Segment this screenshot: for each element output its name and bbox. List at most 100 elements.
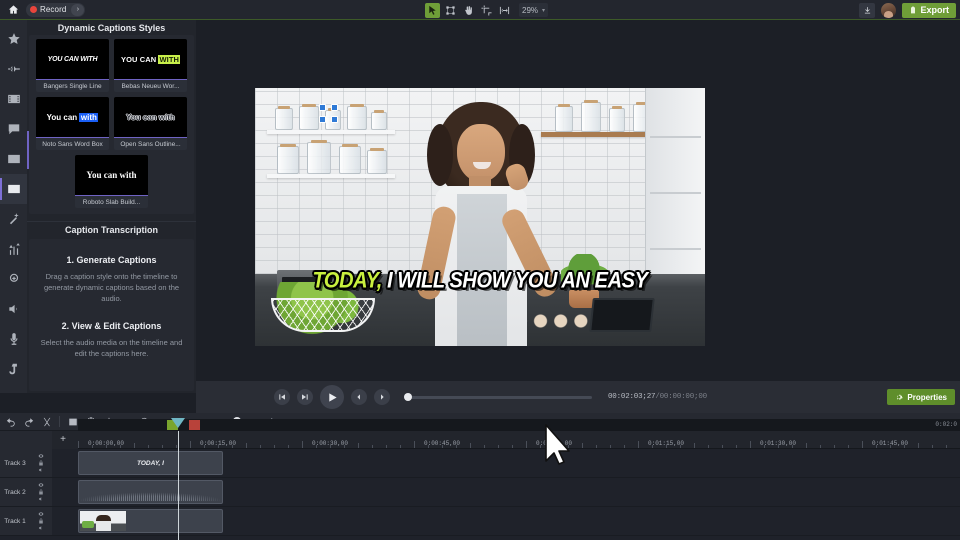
preview-area: TODAY, I WILL SHOW YOU AN EASY xyxy=(196,20,960,393)
playhead-line xyxy=(178,431,179,540)
sidebar-item-transitions[interactable] xyxy=(0,54,27,84)
sidebar-item-voice[interactable] xyxy=(0,324,27,354)
timeline-end-label: 0:02:0 xyxy=(935,421,957,428)
caption-overlay: TODAY, I WILL SHOW YOU AN EASY xyxy=(255,269,705,295)
export-button[interactable]: Export xyxy=(902,2,956,18)
caption-style-card[interactable]: YOU CAN WITH Bebas Neueu Wor... xyxy=(114,39,187,93)
caption-style-name: Open Sans Outline... xyxy=(114,138,187,151)
track-lane[interactable] xyxy=(52,478,960,506)
canvas-handle-top-right[interactable] xyxy=(331,104,338,111)
canvas-handle-bottom-left[interactable] xyxy=(319,116,326,123)
track-lane[interactable] xyxy=(52,507,960,535)
track-controls xyxy=(30,478,52,506)
left-sidebar-rail xyxy=(0,20,27,393)
caption-style-preview-text: YOU CAN xyxy=(120,54,159,64)
caption-style-card[interactable]: YOU CAN WITH Bangers Single Line xyxy=(36,39,109,93)
step-back-button[interactable] xyxy=(274,389,290,405)
cut-button[interactable] xyxy=(40,415,53,428)
marker-strip[interactable]: 0:02:0 xyxy=(78,419,960,431)
sidebar-item-favorites[interactable] xyxy=(0,24,27,54)
sidebar-item-effects[interactable] xyxy=(0,204,27,234)
timeline-ruler[interactable]: 0:02:0 0:00:00,00 0:00:15,00 0:00:30,00 … xyxy=(78,418,960,449)
caption-style-name: Roboto Slab Build... xyxy=(75,196,148,209)
sidebar-item-media[interactable] xyxy=(0,84,27,114)
caption-styles-list: YOU CAN WITH Bangers Single Line YOU CAN… xyxy=(27,35,194,215)
caption-highlight-text: TODAY, xyxy=(312,268,382,294)
caption-style-card[interactable]: You can with Noto Sans Word Box xyxy=(36,97,109,151)
playback-controls xyxy=(274,385,390,409)
sidebar-item-audio-fx[interactable] xyxy=(0,234,27,264)
record-options-arrow-icon[interactable]: › xyxy=(71,3,85,16)
hand-tool[interactable] xyxy=(461,3,476,18)
ruler-label: 0:01:30,00 xyxy=(759,440,797,447)
home-icon[interactable] xyxy=(0,0,26,20)
sidebar-item-backgrounds[interactable] xyxy=(0,144,27,174)
caption-style-name: Bebas Neueu Wor... xyxy=(114,80,187,93)
sidebar-item-captions[interactable] xyxy=(0,174,27,204)
audio-clip[interactable] xyxy=(78,480,223,504)
playhead-handle[interactable] xyxy=(171,418,185,428)
timeline: − + + ⌄ 0:02:0 xyxy=(0,413,960,540)
track-label[interactable]: Track 2 xyxy=(0,478,30,506)
fit-width-tool[interactable] xyxy=(497,3,512,18)
record-label: Record xyxy=(40,5,67,14)
generate-captions-text: Drag a caption style onto the timeline t… xyxy=(43,271,180,304)
eye-icon[interactable] xyxy=(37,482,45,488)
caption-transcription-title: Caption Transcription xyxy=(27,221,196,239)
seek-handle[interactable] xyxy=(404,393,412,401)
eye-icon[interactable] xyxy=(37,453,45,459)
video-preview[interactable]: TODAY, I WILL SHOW YOU AN EASY xyxy=(255,88,705,346)
track-row: Track 1 xyxy=(0,507,960,536)
lock-icon[interactable] xyxy=(37,518,45,524)
lock-icon[interactable] xyxy=(37,489,45,495)
next-marker-button[interactable] xyxy=(374,389,390,405)
zoom-level-select[interactable]: 29% ▾ xyxy=(519,3,549,17)
select-tool[interactable] xyxy=(425,2,440,18)
sidebar-item-audio[interactable] xyxy=(0,294,27,324)
avatar[interactable] xyxy=(881,2,897,18)
audio-waveform xyxy=(79,489,222,501)
properties-label: Properties xyxy=(907,392,947,402)
video-clip[interactable] xyxy=(78,509,223,533)
sidebar-item-cursor-fx[interactable] xyxy=(0,264,27,294)
caption-clip-label: TODAY, I xyxy=(137,459,164,467)
canvas-handle-top-left[interactable] xyxy=(319,104,326,111)
record-button[interactable]: Record › xyxy=(26,2,86,17)
step-forward-button[interactable] xyxy=(297,389,313,405)
play-button[interactable] xyxy=(320,385,344,409)
caption-style-preview-highlight: WITH xyxy=(158,54,181,64)
sidebar-item-annotations[interactable] xyxy=(0,114,27,144)
caption-style-preview: YOU CAN WITH xyxy=(114,39,187,81)
eye-icon[interactable] xyxy=(37,511,45,517)
download-icon[interactable] xyxy=(859,2,876,18)
canvas-handle-bottom-right[interactable] xyxy=(331,116,338,123)
track-controls xyxy=(30,507,52,535)
caption-style-card[interactable]: You can with Open Sans Outline... xyxy=(114,97,187,151)
node-tool[interactable] xyxy=(443,3,458,18)
mute-icon[interactable] xyxy=(37,496,45,502)
track-lane[interactable]: TODAY, I xyxy=(52,449,960,477)
view-edit-captions-heading: 2. View & Edit Captions xyxy=(61,320,162,331)
crop-tool[interactable] xyxy=(479,3,494,18)
mute-icon[interactable] xyxy=(37,525,45,531)
ruler-label: 0:00:45,00 xyxy=(423,440,461,447)
caption-style-preview: YOU CAN WITH xyxy=(36,39,109,81)
sidebar-item-gestures[interactable] xyxy=(0,354,27,384)
properties-button[interactable]: Properties xyxy=(887,389,955,405)
prev-marker-button[interactable] xyxy=(351,389,367,405)
caption-style-preview-text: You can xyxy=(46,112,80,122)
video-editor-window: Record › 29% ▾ Export Dynamic Captions S… xyxy=(0,0,960,540)
mute-icon[interactable] xyxy=(37,467,45,473)
undo-button[interactable] xyxy=(4,415,17,428)
caption-clip[interactable]: TODAY, I xyxy=(78,451,223,475)
track-label[interactable]: Track 3 xyxy=(0,449,30,477)
marker-end[interactable] xyxy=(189,420,200,430)
caption-style-card[interactable]: You can with Roboto Slab Build... xyxy=(75,155,148,209)
redo-button[interactable] xyxy=(22,415,35,428)
lock-icon[interactable] xyxy=(37,460,45,466)
generate-captions-heading: 1. Generate Captions xyxy=(66,254,157,265)
track-label[interactable]: Track 1 xyxy=(0,507,30,535)
track-row: Track 3 TODAY, I xyxy=(0,449,960,478)
caption-style-name: Bangers Single Line xyxy=(36,80,109,93)
seek-bar[interactable] xyxy=(404,393,592,401)
